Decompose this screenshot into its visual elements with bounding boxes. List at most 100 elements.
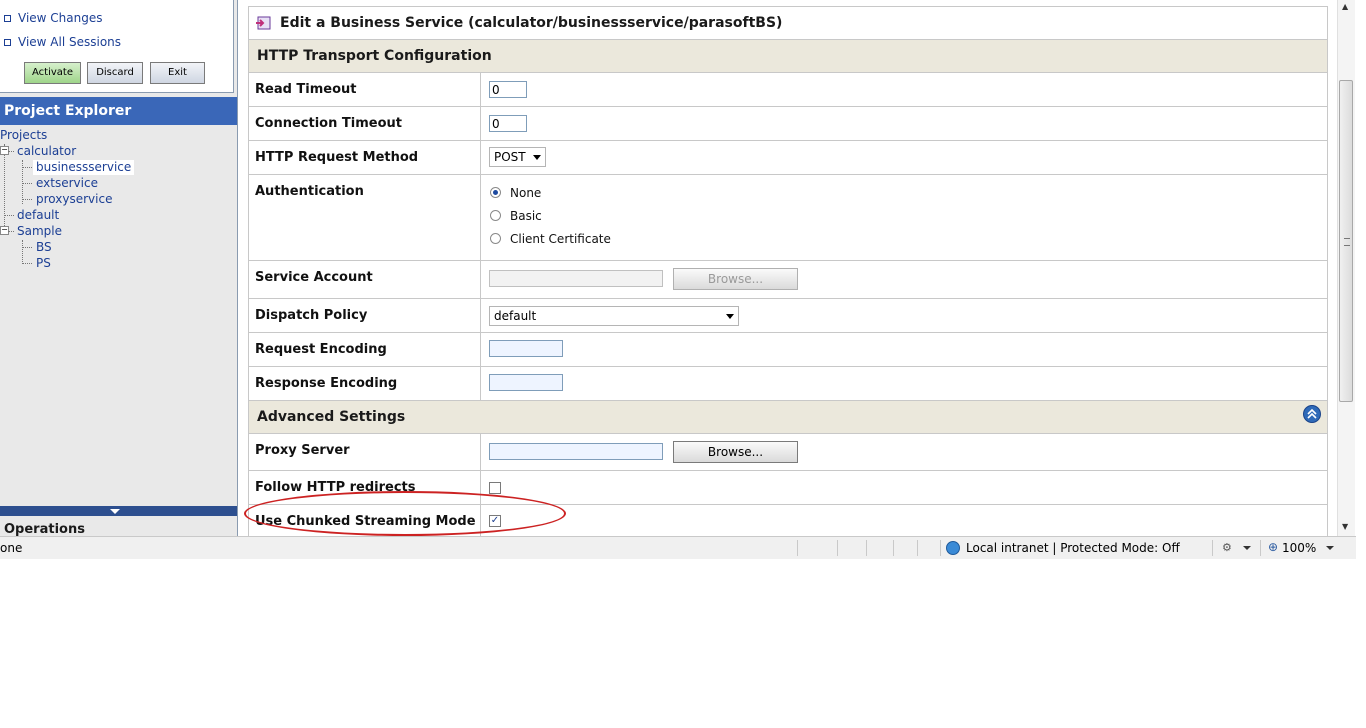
tree-item-calculator[interactable]: calculator — [17, 144, 76, 159]
status-separator — [940, 540, 941, 556]
field-label: Response Encoding — [249, 367, 481, 400]
tree-connector — [22, 199, 32, 200]
panel-splitter[interactable] — [0, 506, 237, 516]
status-separator — [797, 540, 798, 556]
service-account-browse-button[interactable]: Browse... — [673, 268, 798, 290]
scroll-up-icon[interactable]: ▲ — [1342, 2, 1348, 11]
field-label: Dispatch Policy — [249, 299, 481, 332]
tree-connector — [8, 151, 14, 152]
auth-client-certificate-label: Client Certificate — [510, 232, 611, 246]
tree-connector — [8, 231, 14, 232]
auth-client-certificate-radio[interactable] — [490, 233, 501, 244]
status-separator — [837, 540, 838, 556]
field-label: Use Chunked Streaming Mode — [249, 505, 481, 536]
status-text: one — [0, 541, 23, 555]
tree-connector — [22, 247, 32, 248]
service-account-label: Service Account — [255, 270, 373, 285]
auth-none-label: None — [510, 186, 542, 200]
auth-basic-radio[interactable] — [490, 210, 501, 221]
tree-connector — [22, 263, 32, 264]
status-separator — [866, 540, 867, 556]
exit-button[interactable]: Exit — [150, 62, 205, 84]
response-encoding-row: Response Encoding — [248, 367, 1328, 401]
advanced-settings-section-header: Advanced Settings — [248, 401, 1328, 434]
status-separator — [917, 540, 918, 556]
section-title: HTTP Transport Configuration — [257, 48, 492, 64]
zoom-level[interactable]: 100% — [1282, 541, 1316, 555]
tree-connector — [4, 215, 14, 216]
proxy-server-row: Proxy Server Browse... — [248, 434, 1328, 471]
proxy-server-input[interactable] — [489, 443, 663, 460]
follow-redirects-label: Follow HTTP redirects — [255, 480, 416, 495]
tree-item-extservice[interactable]: extservice — [36, 176, 98, 191]
browser-viewport: View Changes View All Sessions Activate … — [0, 0, 1366, 536]
connection-timeout-input[interactable]: 0 — [489, 115, 527, 132]
left-panel: View Changes View All Sessions Activate … — [0, 0, 238, 536]
tree-item-default[interactable]: default — [17, 208, 59, 223]
service-account-input[interactable] — [489, 270, 663, 287]
tree-item-ps[interactable]: PS — [36, 256, 51, 271]
tree-connector — [22, 183, 32, 184]
tree-item-projects[interactable]: Projects — [0, 128, 47, 143]
scroll-down-icon[interactable]: ▼ — [1342, 522, 1348, 531]
browser-status-bar: one Local intranet | Protected Mode: Off… — [0, 536, 1356, 559]
field-label: Follow HTTP redirects — [249, 471, 481, 504]
field-label: Authentication — [249, 175, 481, 260]
tree-line — [22, 240, 23, 264]
tree-connector — [22, 167, 32, 168]
activate-button[interactable]: Activate — [24, 62, 81, 84]
connection-timeout-label: Connection Timeout — [255, 116, 402, 131]
view-all-sessions-link[interactable]: View All Sessions — [3, 35, 121, 49]
tree-line — [4, 144, 5, 234]
authentication-row: Authentication None Basic Client Certifi… — [248, 175, 1328, 261]
chevron-down-icon[interactable] — [1326, 546, 1334, 550]
change-center: View Changes View All Sessions Activate … — [0, 0, 234, 93]
dispatch-policy-select[interactable]: default — [489, 306, 739, 326]
collapse-up-icon[interactable] — [1303, 405, 1321, 423]
response-encoding-input[interactable] — [489, 374, 563, 391]
tree-item-bs[interactable]: BS — [36, 240, 52, 255]
follow-redirects-row: Follow HTTP redirects — [248, 471, 1328, 505]
http-method-value: POST — [494, 150, 526, 164]
service-account-row: Service Account Browse... — [248, 261, 1328, 299]
read-timeout-label: Read Timeout — [255, 82, 357, 97]
proxy-server-browse-button[interactable]: Browse... — [673, 441, 798, 463]
chunked-streaming-label: Use Chunked Streaming Mode — [255, 514, 476, 529]
zoom-icon[interactable]: ⊕ — [1268, 540, 1278, 554]
page-title-row: Edit a Business Service (calculator/busi… — [248, 6, 1328, 39]
business-service-icon — [256, 16, 271, 30]
http-method-label: HTTP Request Method — [255, 150, 419, 165]
request-encoding-label: Request Encoding — [255, 342, 387, 357]
field-label: Request Encoding — [249, 333, 481, 366]
tree-item-proxyservice[interactable]: proxyservice — [36, 192, 112, 207]
request-encoding-input[interactable] — [489, 340, 563, 357]
dispatch-policy-label: Dispatch Policy — [255, 308, 368, 323]
status-separator — [1212, 540, 1213, 556]
chevron-down-icon[interactable] — [1243, 546, 1251, 550]
connection-timeout-row: Connection Timeout 0 — [248, 107, 1328, 141]
page-title: Edit a Business Service (calculator/busi… — [280, 15, 783, 31]
field-label: Proxy Server — [249, 434, 481, 470]
scroll-thumb[interactable] — [1339, 80, 1353, 402]
field-label: Connection Timeout — [249, 107, 481, 140]
http-method-select[interactable]: POST — [489, 147, 546, 167]
auth-none-radio[interactable] — [490, 187, 501, 198]
request-encoding-row: Request Encoding — [248, 333, 1328, 367]
operations-header: Operations — [4, 522, 85, 536]
field-label: Read Timeout — [249, 73, 481, 106]
chevron-down-icon — [533, 155, 541, 160]
view-changes-link[interactable]: View Changes — [4, 11, 103, 25]
edit-business-service-form: Edit a Business Service (calculator/busi… — [248, 6, 1328, 536]
globe-icon — [946, 541, 960, 555]
read-timeout-input[interactable]: 0 — [489, 81, 527, 98]
chunked-streaming-checkbox[interactable]: ✓ — [489, 515, 501, 527]
tree-item-businessservice[interactable]: businessservice — [33, 160, 135, 175]
security-zone-text: Local intranet | Protected Mode: Off — [966, 541, 1180, 555]
discard-button[interactable]: Discard — [87, 62, 143, 84]
protected-mode-icon[interactable]: ⚙ — [1222, 541, 1232, 554]
field-label: HTTP Request Method — [249, 141, 481, 174]
follow-redirects-checkbox[interactable] — [489, 482, 501, 494]
tree-item-sample[interactable]: Sample — [17, 224, 62, 239]
status-separator — [1260, 540, 1261, 556]
vertical-scrollbar[interactable]: ▲ ▼ — [1337, 0, 1355, 536]
